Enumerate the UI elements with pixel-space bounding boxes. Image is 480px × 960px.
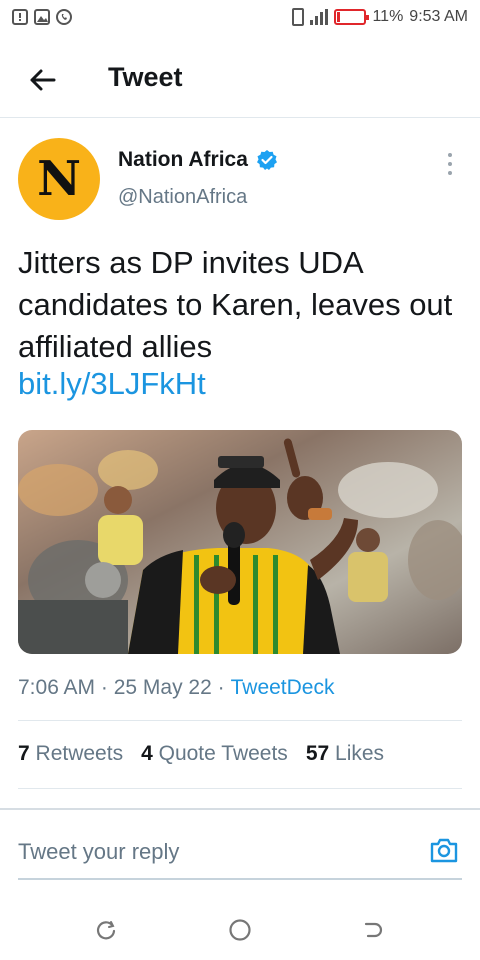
recent-apps-button[interactable] bbox=[86, 910, 126, 950]
divider bbox=[18, 788, 462, 789]
quote-tweets-label: Quote Tweets bbox=[158, 742, 288, 765]
divider bbox=[18, 720, 462, 721]
quote-tweets-count: 4 bbox=[141, 742, 153, 765]
home-button[interactable] bbox=[220, 910, 260, 950]
retweets-label: Retweets bbox=[35, 742, 124, 765]
author-handle[interactable]: @NationAfrica bbox=[118, 186, 247, 209]
top-app-bar: Tweet bbox=[0, 40, 480, 118]
tweet-photo[interactable] bbox=[18, 430, 462, 654]
tweet-link[interactable]: bit.ly/3LJFkHt bbox=[18, 366, 206, 402]
tweet-timestamp: 7:06 AM · 25 May 22 · bbox=[18, 676, 225, 699]
gallery-icon bbox=[34, 9, 50, 25]
verified-badge-icon bbox=[256, 150, 277, 170]
likes-count: 57 bbox=[305, 742, 330, 765]
author-name-row: Nation Africa bbox=[118, 148, 278, 172]
author-avatar[interactable]: N bbox=[18, 138, 100, 220]
avatar-letter: N bbox=[37, 151, 81, 207]
whatsapp-icon bbox=[56, 9, 72, 25]
system-nav-bar bbox=[0, 900, 480, 960]
more-dot-icon bbox=[448, 162, 452, 166]
sim-alert-icon bbox=[12, 9, 28, 25]
back-nav-icon bbox=[364, 922, 383, 938]
quote-tweets-stat[interactable]: 4 Quote Tweets bbox=[141, 742, 288, 766]
likes-stat[interactable]: 57 Likes bbox=[306, 742, 384, 766]
section-divider bbox=[0, 808, 480, 810]
back-button[interactable] bbox=[24, 62, 60, 98]
photo-speaker-at-rally bbox=[18, 430, 462, 654]
vibrate-icon bbox=[292, 8, 305, 26]
arrow-left-icon bbox=[30, 69, 56, 91]
tweet-source-link[interactable]: TweetDeck bbox=[231, 676, 335, 700]
back-nav-button[interactable] bbox=[352, 910, 392, 950]
author-name[interactable]: Nation Africa bbox=[118, 148, 248, 172]
more-options-button[interactable] bbox=[442, 150, 458, 178]
tweet-stats: 7 Retweets 4 Quote Tweets 57 Likes bbox=[18, 742, 384, 766]
more-dot-icon bbox=[448, 171, 452, 175]
tweet-meta: 7:06 AM · 25 May 22 · TweetDeck bbox=[18, 676, 334, 700]
reply-underline bbox=[18, 878, 462, 880]
home-circle-icon bbox=[229, 919, 251, 941]
battery-percent: 11% bbox=[372, 8, 404, 25]
recent-apps-icon bbox=[96, 921, 116, 940]
battery-icon bbox=[334, 9, 370, 25]
retweets-count: 7 bbox=[18, 742, 30, 765]
status-left-icons bbox=[12, 9, 72, 25]
retweets-stat[interactable]: 7 Retweets bbox=[18, 742, 123, 766]
tweet-text: Jitters as DP invites UDA candidates to … bbox=[18, 245, 453, 364]
page-title: Tweet bbox=[108, 62, 183, 92]
status-right: 11% 9:53 AM bbox=[292, 8, 468, 26]
camera-icon[interactable] bbox=[428, 834, 460, 866]
reply-input[interactable] bbox=[18, 834, 408, 870]
likes-label: Likes bbox=[335, 742, 385, 765]
status-bar: 11% 9:53 AM bbox=[0, 0, 480, 36]
clock: 9:53 AM bbox=[409, 8, 468, 25]
signal-icon bbox=[310, 9, 329, 25]
more-dot-icon bbox=[448, 153, 452, 157]
